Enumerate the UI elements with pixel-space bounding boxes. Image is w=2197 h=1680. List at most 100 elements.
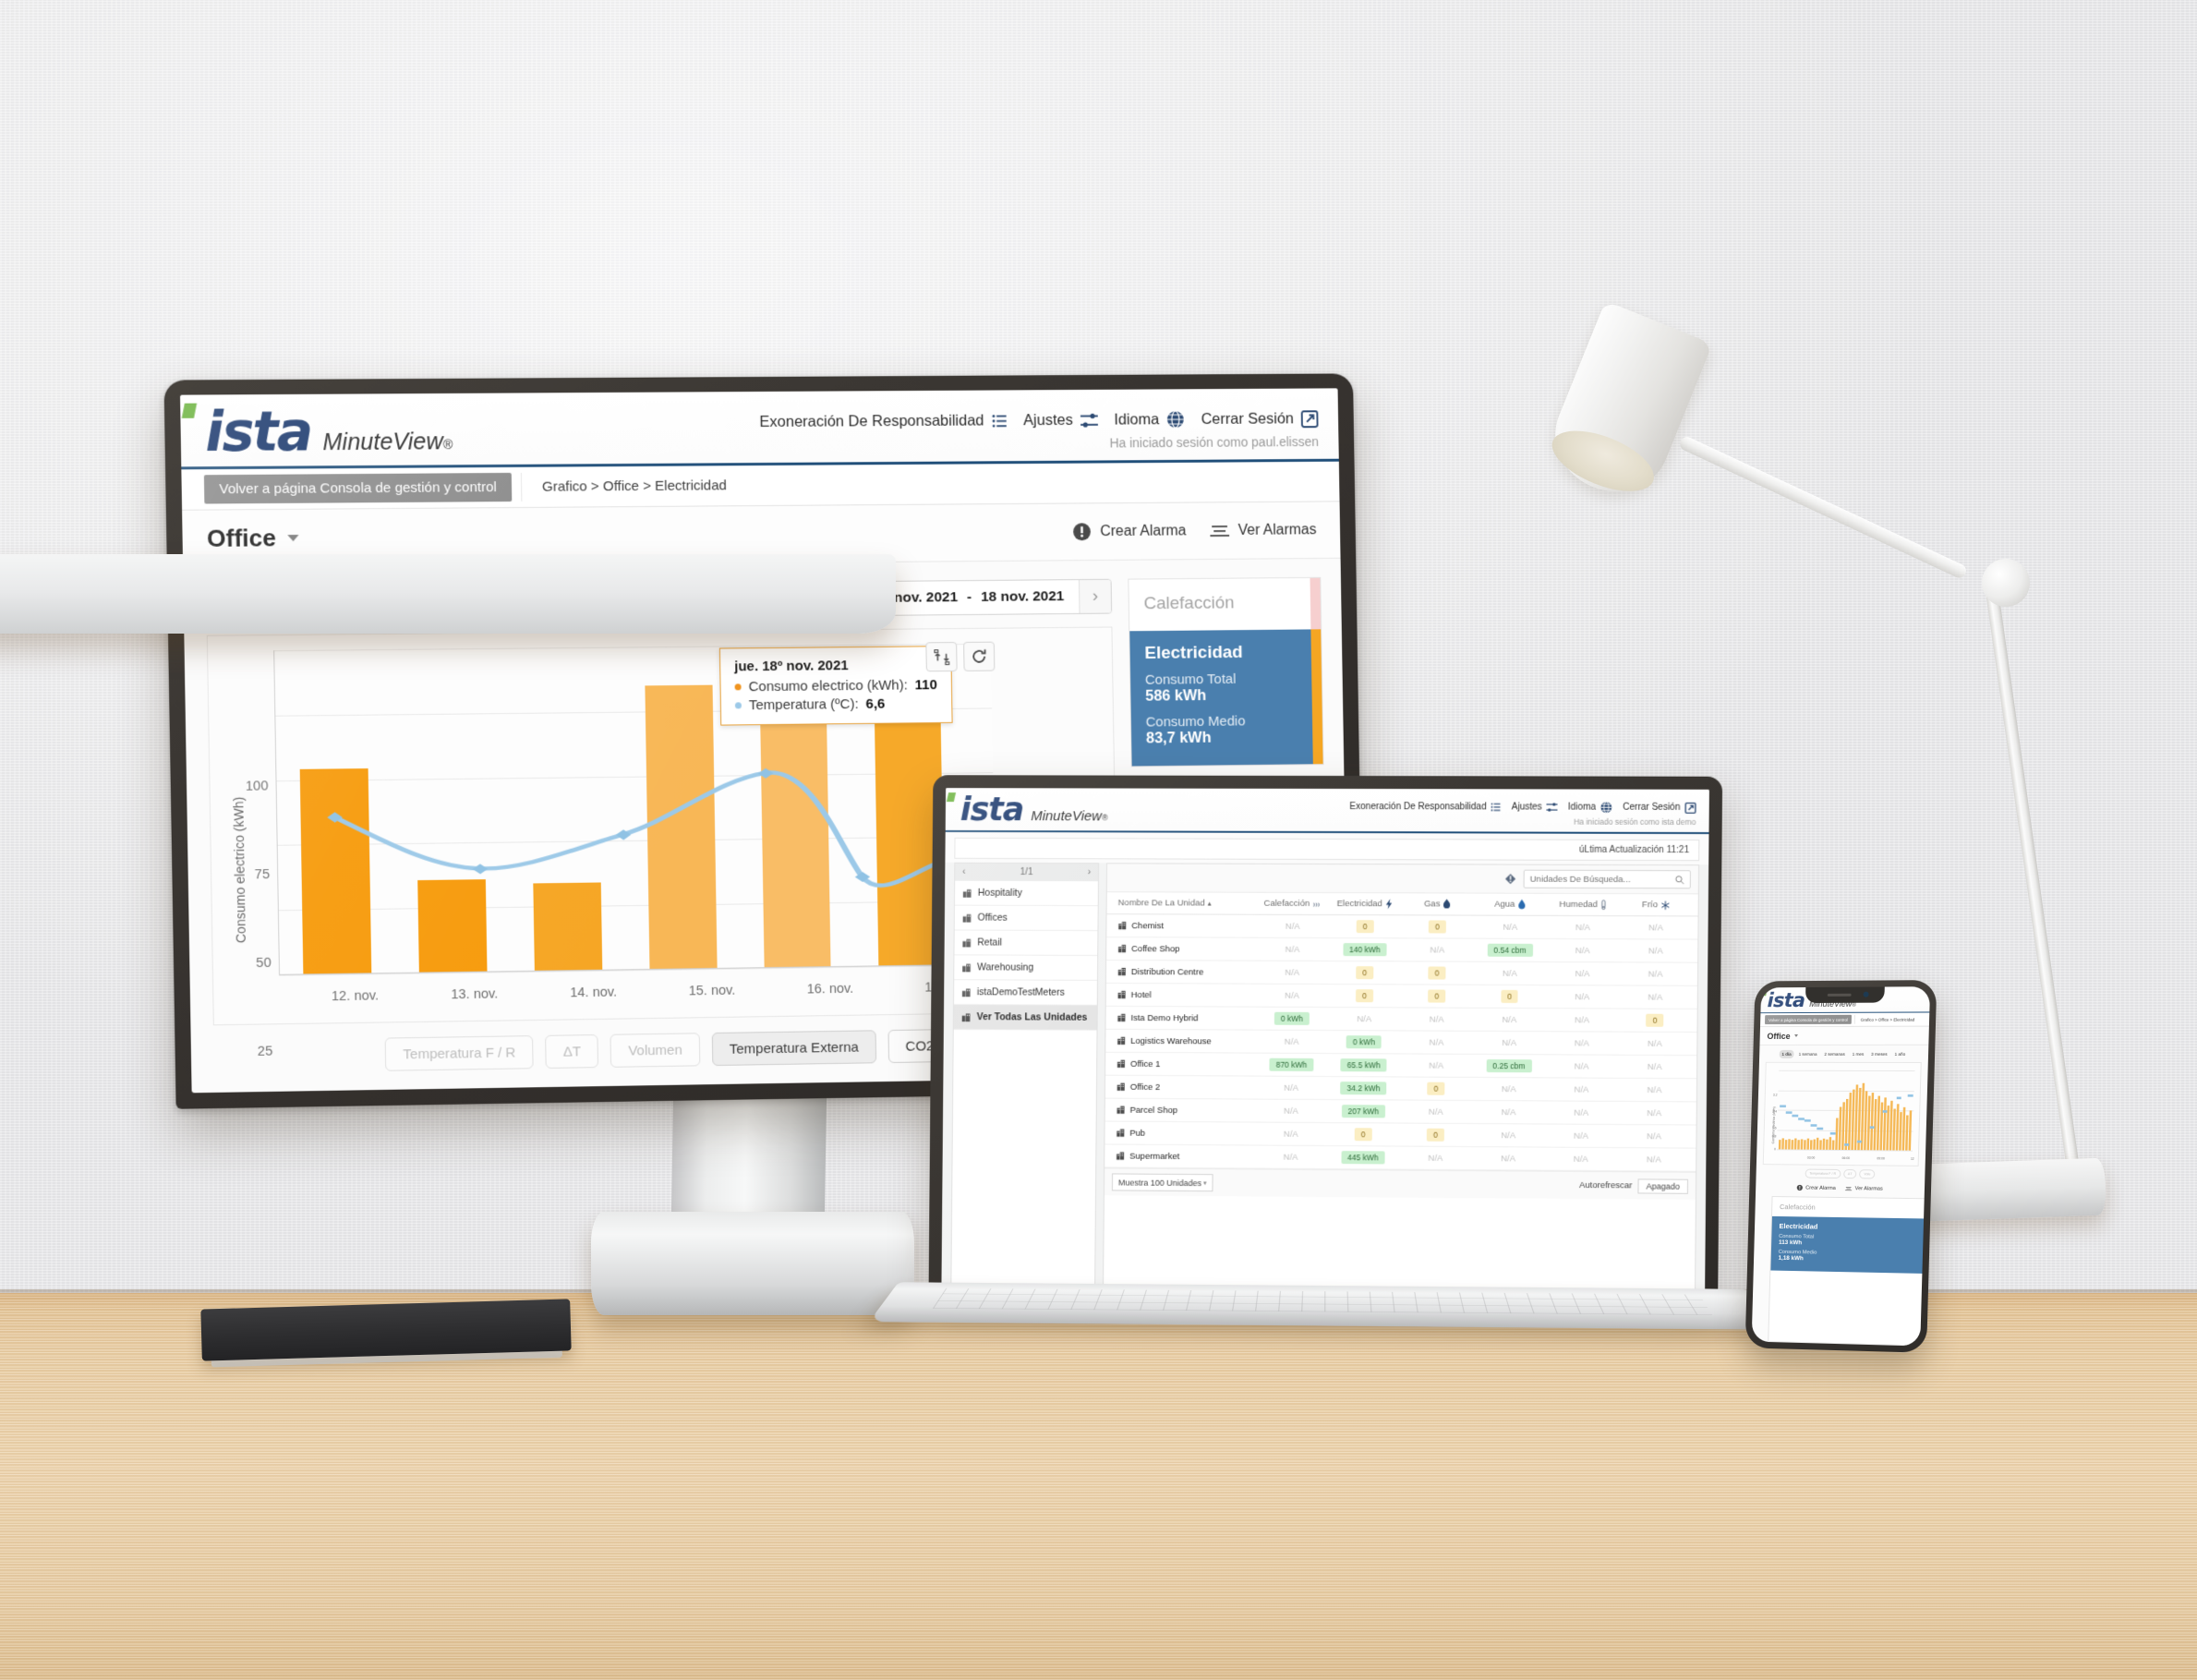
- date-next-button[interactable]: ›: [1079, 579, 1112, 613]
- sidebar-item-hospitality[interactable]: Hospitality: [954, 880, 1098, 907]
- laptop-nav-label-settings: Ajustes: [1511, 802, 1542, 813]
- cell-value: 0: [1400, 1082, 1473, 1095]
- nav-item-language[interactable]: Idioma: [1114, 410, 1185, 429]
- laptop-nav-item-logout[interactable]: Cerrar Sesión: [1623, 802, 1696, 813]
- phone-range-tab-1-dia[interactable]: 1 día: [1779, 1049, 1794, 1058]
- nav-item-logout[interactable]: Cerrar Sesión: [1201, 410, 1319, 429]
- value-pill: 140 kWh: [1342, 943, 1387, 957]
- side-section-calefaccion[interactable]: Calefacción: [1129, 577, 1322, 632]
- phone-back-button[interactable]: Volver a página Consola de gestión y con…: [1764, 1014, 1852, 1025]
- side-section-electricidad[interactable]: Electricidad Consumo Total 586 kWh Consu…: [1129, 629, 1323, 767]
- cell-value: N/A: [1574, 1107, 1589, 1118]
- minuteview-app-laptop: ista MinuteView ® Exoneración De Respons…: [941, 788, 1709, 1311]
- cell-value: N/A: [1502, 968, 1517, 979]
- sidebar-item-ver-todas-las-unidades[interactable]: Ver Todas Las Unidades: [953, 1005, 1097, 1031]
- phone-metric-button-delta-t[interactable]: ΔT: [1842, 1169, 1857, 1179]
- last-update-label: úLtima Actualización 11:21: [954, 837, 1700, 862]
- sidebar-item-offices[interactable]: Offices: [954, 905, 1098, 932]
- cell-value: N/A: [1430, 944, 1445, 956]
- th-electricidad[interactable]: Electricidad: [1329, 899, 1402, 909]
- laptop-nav-label-logout: Cerrar Sesión: [1623, 802, 1681, 813]
- pager-prev-button[interactable]: ‹: [962, 867, 965, 877]
- phone-section-calefaccion[interactable]: Calefacción: [1772, 1197, 1925, 1218]
- metric-button-delta-t[interactable]: ΔT: [545, 1033, 599, 1069]
- phone-metric-button-volumen[interactable]: Volu: [1859, 1169, 1876, 1179]
- th-humedad[interactable]: Humedad: [1547, 900, 1620, 910]
- sidebar-item-istademotestmeters[interactable]: istaDemoTestMeters: [953, 980, 1097, 1006]
- phone-chart[interactable]: Consumo electrico (kWh) 3.2 2.4 1.6 0.8 …: [1762, 1061, 1922, 1166]
- chevron-down-icon[interactable]: [286, 535, 299, 542]
- page-size-select[interactable]: Muestra 100 Unidades ▾: [1111, 1173, 1213, 1192]
- x-tick-0: 12. nov.: [331, 988, 380, 1005]
- metric-button-temperatura-fr[interactable]: Temperatura F / R: [384, 1035, 534, 1071]
- search-input[interactable]: [1529, 874, 1671, 885]
- notebook: [200, 1299, 572, 1368]
- phone-range-tab-1-semana[interactable]: 1 semana: [1796, 1050, 1820, 1058]
- laptop-nav-item-language[interactable]: Idioma: [1568, 802, 1612, 814]
- cell-value: N/A: [1428, 1106, 1443, 1118]
- nav-item-disclaimer[interactable]: Exoneración De Responsabilidad: [759, 412, 1007, 431]
- table-row[interactable]: Ista Demo Hybrid 0 kWh N/A N/A N/A N/A 0: [1105, 1006, 1697, 1033]
- table-row[interactable]: Distribution Centre N/A 0 0 N/A N/A N/A: [1105, 961, 1698, 986]
- phone-metric-button-temp-fr[interactable]: Temperatura F / R: [1805, 1168, 1841, 1178]
- phone-range-tab-2-semanas[interactable]: 2 semanas: [1821, 1050, 1848, 1058]
- cell-value: N/A: [1573, 1130, 1589, 1142]
- metric-button-volumen[interactable]: Volumen: [610, 1033, 701, 1068]
- cell-value: N/A: [1429, 1060, 1444, 1071]
- cell-unit-name: Office 1: [1111, 1058, 1255, 1070]
- cell-value: N/A: [1284, 1036, 1299, 1047]
- phone-range-tab-1-ano[interactable]: 1 año: [1891, 1050, 1908, 1058]
- laptop-brand-logo[interactable]: ista MinuteView ®: [946, 792, 1108, 828]
- cell-value: 0: [1618, 1013, 1691, 1027]
- th-frio[interactable]: Frío: [1620, 900, 1693, 910]
- back-to-console-button[interactable]: Volver a página Consola de gestión y con…: [203, 472, 513, 504]
- sidebar-item-retail[interactable]: Retail: [954, 930, 1098, 956]
- cell-value: N/A: [1575, 1014, 1590, 1025]
- tooltip-row-consumo: Consumo electrico (kWh): 110: [734, 677, 937, 695]
- create-alarm-label: Crear Alarma: [1100, 522, 1187, 539]
- table-row[interactable]: Logistics Warehouse N/A 0 kWh N/A N/A N/A N/A: [1105, 1029, 1697, 1057]
- refresh-button[interactable]: [963, 641, 996, 671]
- phone-plot-area: [1776, 1070, 1915, 1152]
- table-row[interactable]: Coffee Shop N/A 140 kWh N/A 0.54 cbm N/A N/A: [1106, 937, 1698, 963]
- cell-unit-name: Parcel Shop: [1111, 1105, 1255, 1116]
- metric-button-temperatura-externa[interactable]: Temperatura Externa: [711, 1030, 876, 1067]
- search-icon: [1675, 875, 1684, 885]
- view-alarms-button[interactable]: Ver Alarmas: [1210, 522, 1317, 539]
- cell-value: N/A: [1283, 1129, 1298, 1140]
- value-pill: 0: [1427, 1082, 1445, 1095]
- sidebar-item-warehousing[interactable]: Warehousing: [954, 955, 1098, 981]
- search-units-box[interactable]: [1523, 869, 1691, 889]
- th-gas[interactable]: Gas: [1401, 899, 1474, 909]
- th-calefaccion[interactable]: Calefacción: [1257, 899, 1329, 909]
- table-row[interactable]: Chemist N/A 0 0 N/A N/A N/A: [1106, 914, 1698, 940]
- table-row[interactable]: Hotel N/A 0 0 0 N/A N/A: [1105, 983, 1697, 1009]
- list-icon: [1491, 803, 1502, 812]
- table-header-row: Nombre De La Unidad ▴ Calefacción Electr…: [1106, 892, 1698, 917]
- phone-range-tab-1-mes[interactable]: 1 mes: [1850, 1050, 1867, 1058]
- pager-next-button[interactable]: ›: [1088, 867, 1091, 877]
- unit-name-label: Coffee Shop: [1131, 943, 1180, 954]
- phone-range-tab-3-meses[interactable]: 3 meses: [1868, 1050, 1890, 1058]
- th-agua[interactable]: Agua: [1474, 900, 1547, 910]
- phone-registered-mark: ®: [1852, 1002, 1856, 1009]
- breadcrumb: Grafico > Office > Electricidad: [520, 466, 1340, 502]
- phone-section-electricidad[interactable]: Electricidad Consumo Total 113 kWh Consu…: [1770, 1215, 1925, 1274]
- phone-create-alarm-button[interactable]: Crear Alarma: [1796, 1184, 1836, 1191]
- autorefresh-value[interactable]: Apagado: [1637, 1178, 1689, 1194]
- laptop-nav-item-disclaimer[interactable]: Exoneración De Responsabilidad: [1349, 802, 1502, 812]
- create-alarm-button[interactable]: Crear Alarma: [1072, 521, 1187, 541]
- phone-view-alarms-button[interactable]: Ver Alarmas: [1844, 1186, 1883, 1191]
- th-nombre[interactable]: Nombre De La Unidad ▴: [1113, 898, 1257, 909]
- nav-item-settings[interactable]: Ajustes: [1023, 411, 1098, 429]
- laptop-screen: ista MinuteView ® Exoneración De Respons…: [941, 788, 1709, 1311]
- table-row[interactable]: Office 1 870 kWh 65.5 kWh N/A 0.25 cbm N/A N/A: [1105, 1052, 1697, 1080]
- laptop-nav-item-settings[interactable]: Ajustes: [1511, 802, 1558, 813]
- building-icon: [1117, 1036, 1126, 1045]
- chevron-down-icon[interactable]: [1793, 1033, 1798, 1037]
- globe-icon: [1166, 410, 1185, 429]
- table-row[interactable]: Office 2 N/A 34.2 kWh 0 N/A N/A N/A: [1105, 1075, 1697, 1103]
- brand-logo[interactable]: ista MinuteView ®: [181, 400, 453, 464]
- cell-value: N/A: [1574, 1037, 1589, 1049]
- swap-axis-button[interactable]: [925, 642, 958, 672]
